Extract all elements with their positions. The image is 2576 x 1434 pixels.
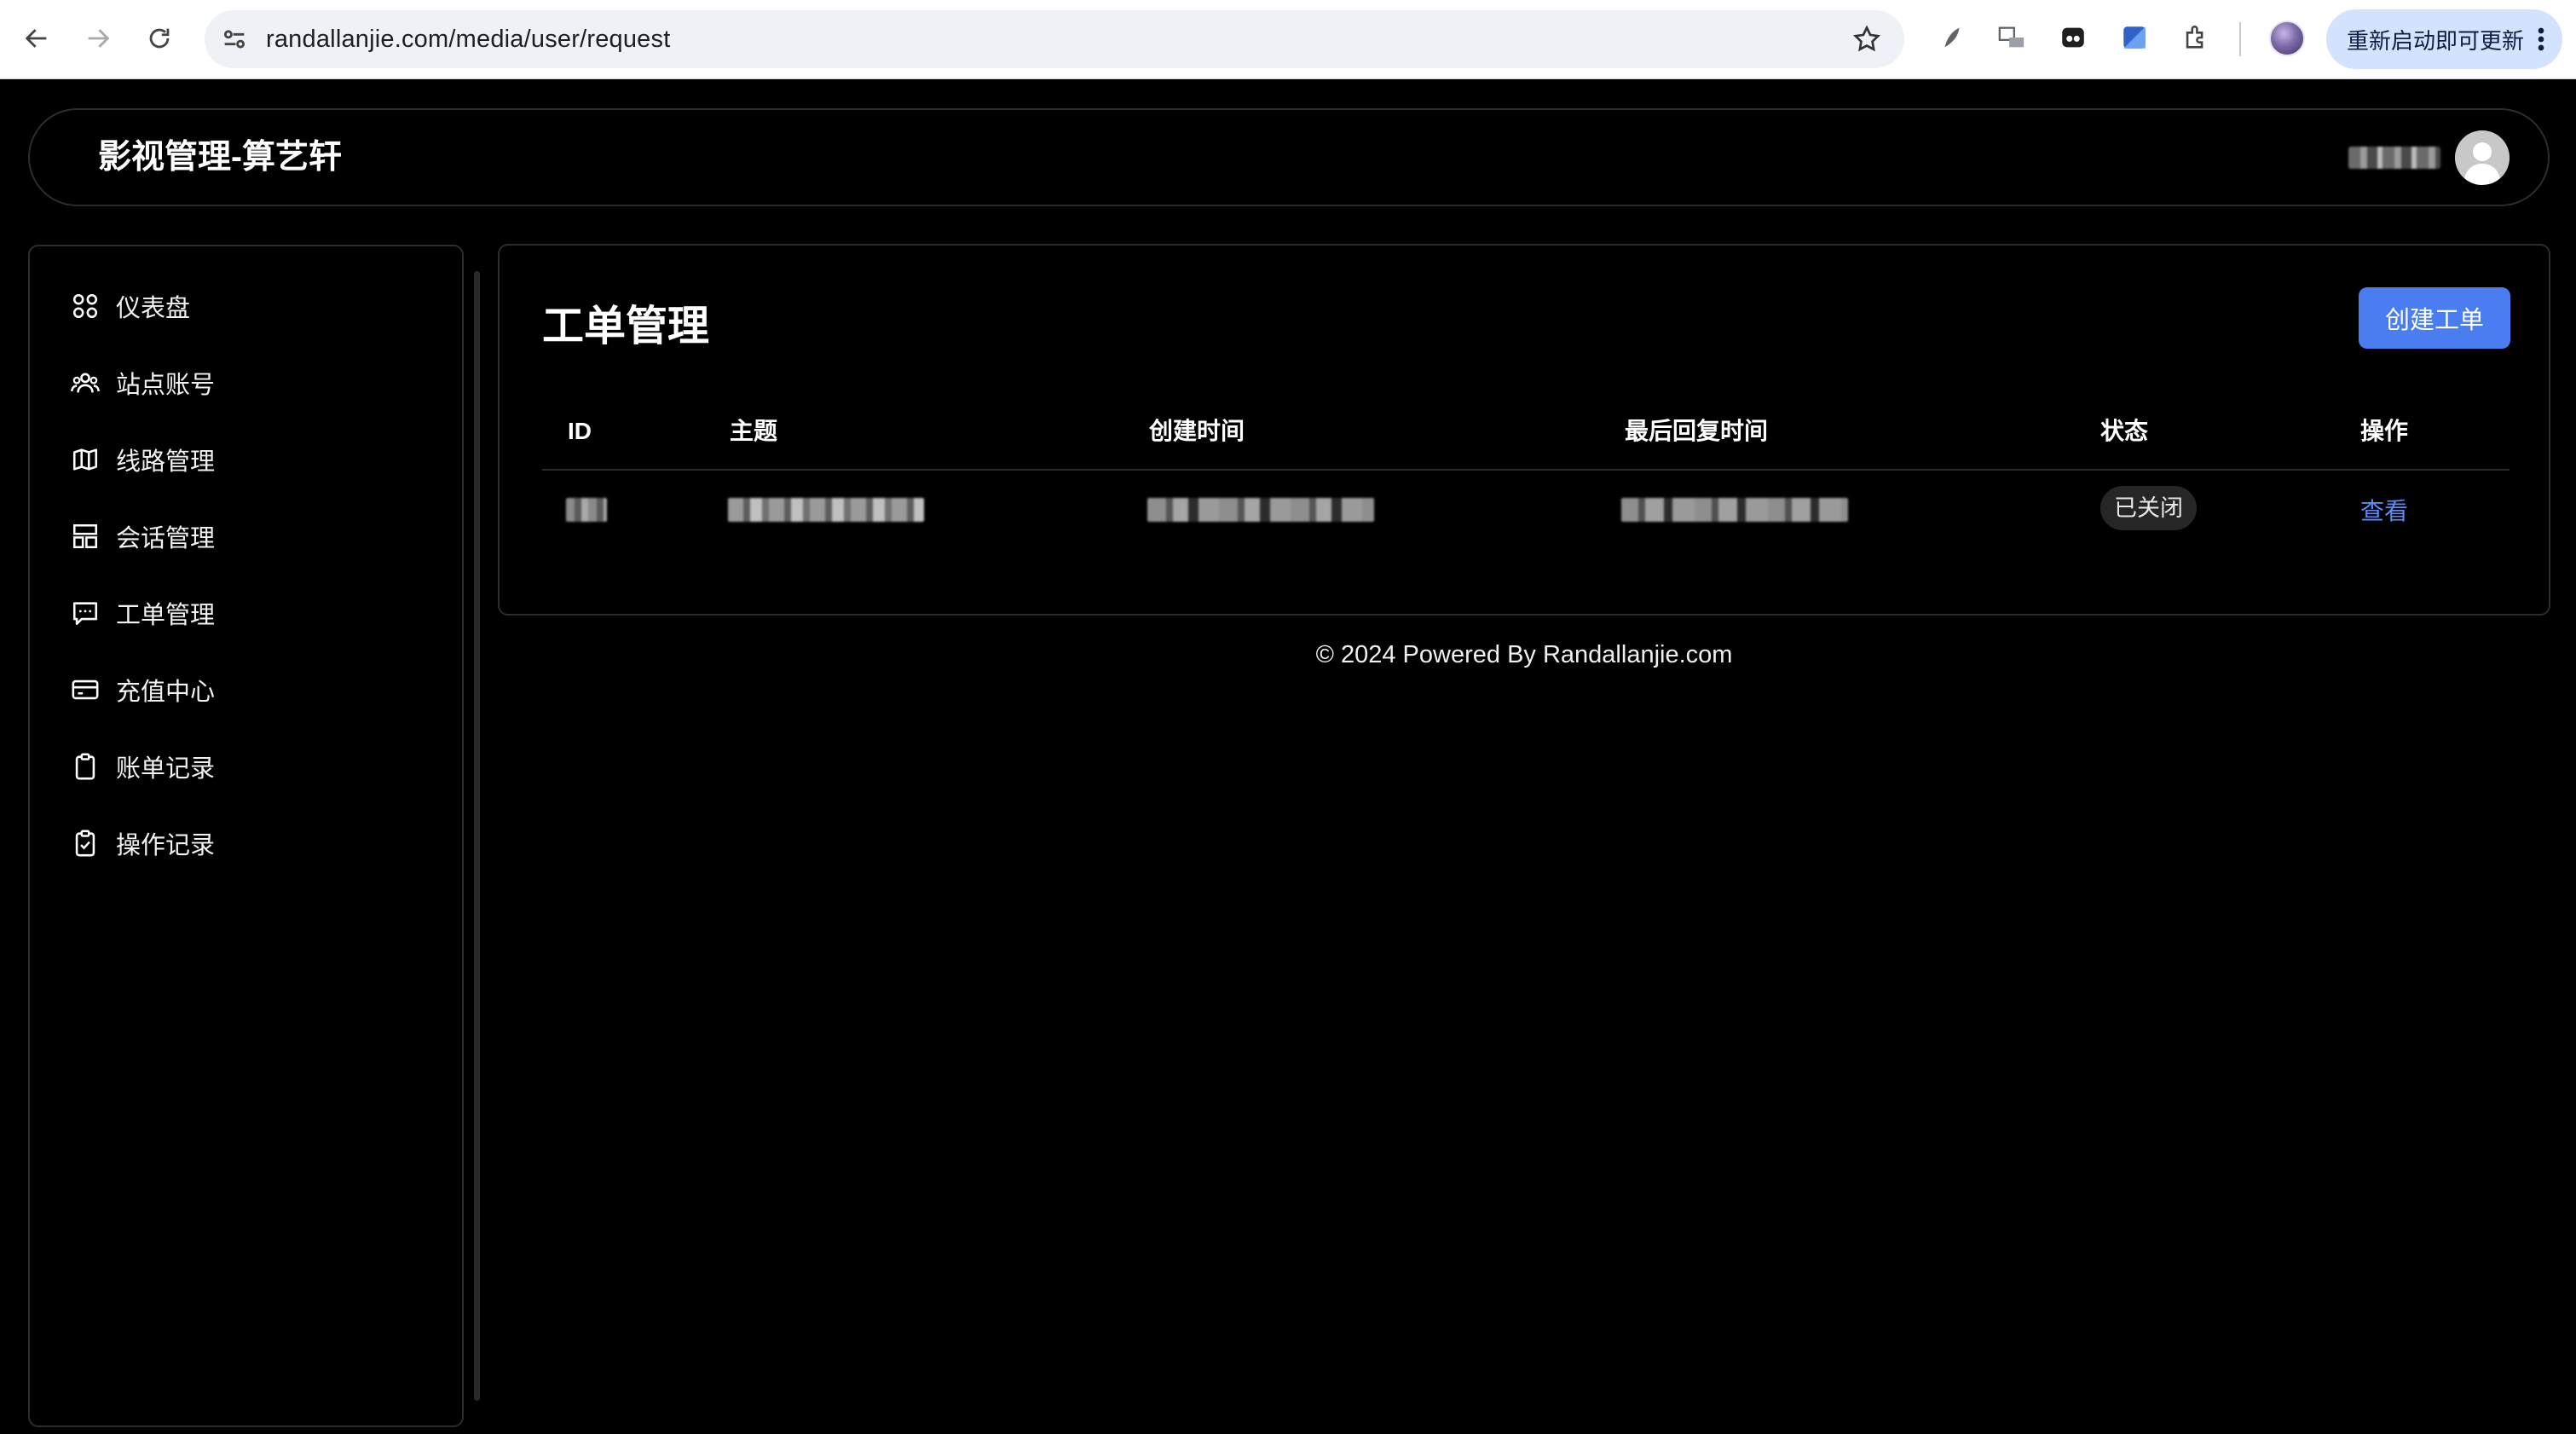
column-header-subject: 主题 (730, 418, 778, 444)
layout-icon (70, 521, 101, 552)
sidebar-item-label: 仪表盘 (116, 295, 191, 322)
create-ticket-button[interactable]: 创建工单 (2359, 287, 2510, 349)
sidebar-item-label: 充值中心 (116, 679, 216, 706)
sidebar-item-tickets[interactable]: 工单管理 (70, 587, 428, 639)
cell-id-redacted (566, 498, 607, 522)
back-button[interactable] (17, 19, 56, 58)
sidebar-item-recharge[interactable]: 充值中心 (70, 664, 428, 715)
arrow-right-icon (88, 29, 110, 48)
extension-bluebox-icon[interactable] (2117, 20, 2151, 55)
url-text[interactable]: randallanjie.com/media/user/request (266, 10, 670, 68)
sidebar-item-dashboard[interactable]: 仪表盘 (70, 280, 428, 332)
column-header-last-reply-time: 最后回复时间 (1625, 418, 1769, 444)
footer-copyright: © 2024 Powered By Randallanjie.com (1315, 641, 1733, 668)
profile-avatar[interactable] (2269, 20, 2305, 56)
site-settings-icon[interactable] (220, 25, 249, 54)
sidebar-item-routes[interactable]: 线路管理 (70, 434, 428, 485)
user-name-redacted (2348, 147, 2440, 169)
sidebar: 仪表盘 站点账号 线路管理 会话管理 工单管理 充值中心 账单记录 操作记录 (28, 245, 464, 1427)
arrow-left-icon (25, 29, 47, 48)
users-icon (70, 367, 101, 398)
relaunch-update-button[interactable]: 重新启动即可更新 (2326, 9, 2562, 69)
user-silhouette-icon (2455, 130, 2510, 185)
sidebar-item-operation-logs[interactable]: 操作记录 (70, 818, 428, 869)
bookmark-star-icon[interactable] (1851, 24, 1882, 55)
address-bar[interactable]: randallanjie.com/media/user/request (205, 10, 1904, 68)
cell-created-time-redacted (1147, 498, 1374, 522)
map-icon (70, 444, 101, 475)
tickets-card: 工单管理 创建工单 ID 主题 创建时间 最后回复时间 状态 操作 已关闭 查看 (498, 244, 2550, 616)
cell-last-reply-time-redacted (1621, 498, 1848, 522)
clipboard-check-icon (70, 828, 101, 859)
more-vertical-icon (2538, 27, 2544, 51)
extension-mask-icon[interactable] (2056, 20, 2090, 55)
credit-card-icon (70, 674, 101, 705)
browser-toolbar: randallanjie.com/media/user/request 重新启动… (0, 0, 2576, 79)
reload-button[interactable] (140, 19, 179, 58)
column-header-actions: 操作 (2360, 418, 2409, 444)
relaunch-update-label: 重新启动即可更新 (2347, 27, 2525, 54)
extension-feather-icon[interactable] (1935, 20, 1969, 55)
sidebar-item-label: 工单管理 (116, 602, 216, 629)
sidebar-item-bills[interactable]: 账单记录 (70, 741, 428, 792)
sidebar-item-label: 账单记录 (116, 755, 216, 783)
column-header-status: 状态 (2100, 418, 2149, 444)
table-header-divider (542, 469, 2510, 471)
sidebar-item-label: 线路管理 (116, 448, 216, 476)
toolbar-divider (2239, 22, 2241, 56)
extension-translate-icon[interactable] (1995, 20, 2029, 55)
chat-bubble-icon (70, 598, 101, 628)
view-ticket-link[interactable]: 查看 (2360, 494, 2408, 529)
column-header-id: ID (568, 418, 592, 444)
forward-button[interactable] (78, 19, 118, 58)
sidebar-item-label: 会话管理 (116, 525, 216, 552)
extensions-puzzle-icon[interactable] (2179, 20, 2213, 55)
cell-subject-redacted (728, 498, 924, 522)
dashboard-grid-icon (70, 291, 101, 321)
sidebar-item-sessions[interactable]: 会话管理 (70, 511, 428, 562)
app-header: 影视管理-算艺轩 (28, 108, 2550, 206)
app-title[interactable]: 影视管理-算艺轩 (98, 110, 342, 205)
status-badge: 已关闭 (2100, 486, 2197, 530)
sidebar-item-label: 站点账号 (116, 372, 216, 399)
reload-icon (149, 28, 170, 49)
column-header-created-time: 创建时间 (1149, 418, 1245, 444)
user-avatar[interactable] (2455, 130, 2510, 185)
sidebar-item-label: 操作记录 (116, 832, 216, 859)
clipboard-icon (70, 751, 101, 782)
sidebar-scrollbar[interactable] (474, 271, 480, 1401)
page-title: 工单管理 (542, 304, 710, 350)
sidebar-item-site-accounts[interactable]: 站点账号 (70, 357, 428, 408)
